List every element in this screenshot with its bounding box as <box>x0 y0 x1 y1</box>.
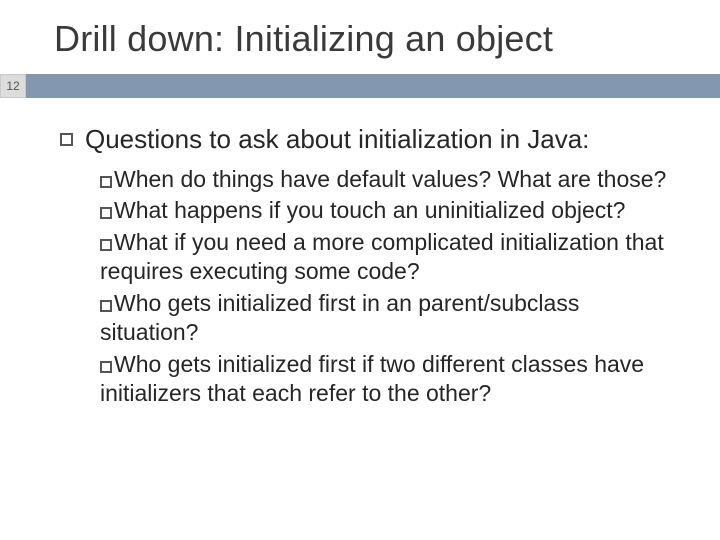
bullet-text: When do things have default values? What… <box>114 166 666 192</box>
bullet-text: What if you need a more complicated init… <box>100 229 664 284</box>
square-bullet-icon <box>100 239 112 251</box>
slide: Drill down: Initializing an object 12 Qu… <box>0 0 720 540</box>
bullet-level2: Who gets initialized first in an parent/… <box>100 289 676 348</box>
slide-body: Questions to ask about initialization in… <box>0 98 720 409</box>
bullet-level2-list: When do things have default values? What… <box>60 165 676 409</box>
bullet-level1: Questions to ask about initialization in… <box>60 124 676 155</box>
page-number: 12 <box>0 74 26 98</box>
square-bullet-icon <box>60 133 73 146</box>
bullet-level1-text: Questions to ask about initialization in… <box>85 124 589 155</box>
square-bullet-icon <box>100 176 112 188</box>
bullet-level2: What happens if you touch an uninitializ… <box>100 196 676 225</box>
bullet-level2: When do things have default values? What… <box>100 165 676 194</box>
bullet-text: What happens if you touch an uninitializ… <box>114 197 625 223</box>
square-bullet-icon <box>100 361 112 373</box>
bullet-level2: What if you need a more complicated init… <box>100 228 676 287</box>
slide-title: Drill down: Initializing an object <box>0 0 720 74</box>
bullet-text: Who gets initialized first in an parent/… <box>100 290 579 345</box>
bullet-text: Who gets initialized first if two differ… <box>100 351 644 406</box>
square-bullet-icon <box>100 207 112 219</box>
accent-bar: 12 <box>0 74 720 98</box>
square-bullet-icon <box>100 300 112 312</box>
bullet-level2: Who gets initialized first if two differ… <box>100 350 676 409</box>
